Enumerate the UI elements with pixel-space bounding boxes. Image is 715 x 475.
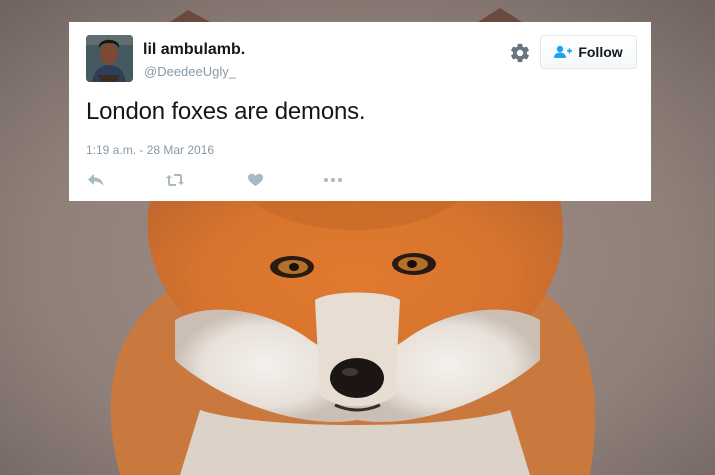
- heart-icon[interactable]: [246, 171, 264, 189]
- follow-button[interactable]: Follow: [540, 35, 637, 69]
- user-handle[interactable]: @DeedeeUgly_: [144, 64, 236, 79]
- follow-label: Follow: [578, 44, 623, 60]
- tweet-text: London foxes are demons.: [86, 98, 366, 125]
- add-user-icon: [554, 45, 573, 58]
- avatar-image: [86, 35, 133, 82]
- retweet-icon[interactable]: [164, 171, 186, 189]
- tweet-timestamp[interactable]: 1:19 a.m. - 28 Mar 2016: [86, 143, 214, 157]
- display-name[interactable]: lil ambulamb.: [143, 41, 245, 59]
- more-icon[interactable]: [322, 171, 344, 189]
- avatar[interactable]: [86, 35, 133, 82]
- tweet-card: lil ambulamb. @DeedeeUgly_ Follow London…: [69, 22, 651, 201]
- gear-icon[interactable]: [509, 42, 531, 64]
- reply-icon[interactable]: [87, 171, 105, 189]
